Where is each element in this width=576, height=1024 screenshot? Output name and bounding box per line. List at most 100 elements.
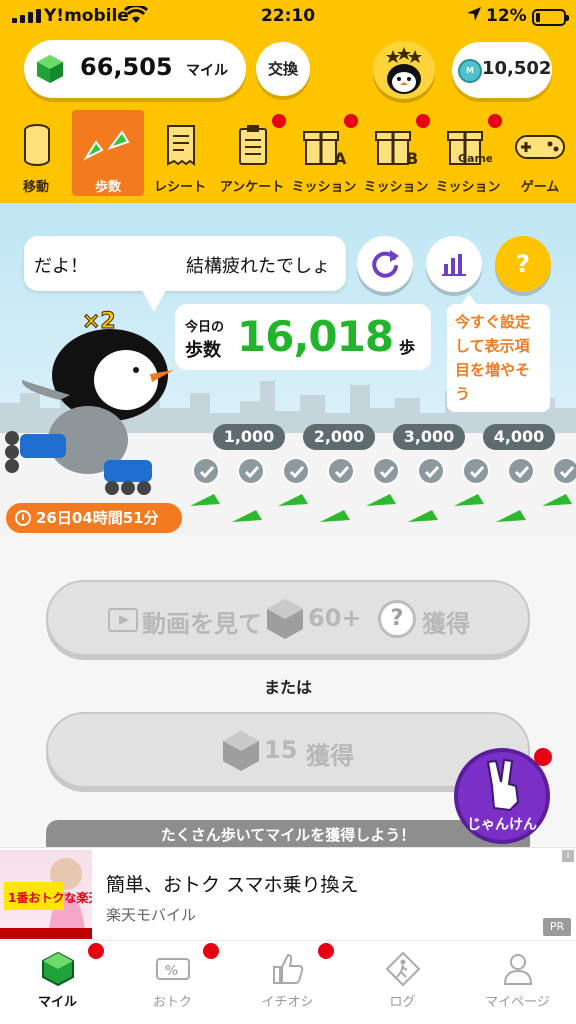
tab-recommend[interactable]: イチオシ [230, 941, 345, 1024]
tab-label: マイページ [485, 995, 550, 1010]
settings-tip[interactable]: 今すぐ設定して表示項目を増やそう [447, 294, 550, 412]
gift-b-icon: B [375, 131, 418, 166]
video-button-prefix: 動画を見て [142, 610, 262, 638]
tab-label: おトク [152, 995, 192, 1010]
tab-miles[interactable]: マイル [0, 941, 115, 1024]
notification-dot [488, 114, 502, 128]
video-button-suffix: 獲得 [422, 610, 470, 638]
green-gem-icon [42, 951, 74, 987]
gift-a-icon: A [303, 131, 346, 166]
checkmark-icon [327, 457, 355, 485]
checkmark-icon [192, 457, 220, 485]
stopwatch-icon [15, 510, 31, 526]
janken-label: じゃんけん [467, 817, 537, 833]
category-nav: 移動 歩数 レシート アンケート A ミッション B ミッション Game ミッ… [0, 110, 576, 198]
milestone-badge: 1,000 [213, 424, 285, 450]
nav-item-mission-b[interactable]: B ミッション [360, 110, 432, 196]
penguin-crown-icon [386, 47, 422, 94]
notification-dot [272, 114, 286, 128]
walker-sign-icon [385, 951, 421, 987]
tab-log[interactable]: ログ [345, 941, 460, 1024]
steps-count: 16,018 [237, 312, 394, 361]
ad-person-image: 1番おトクな楽天モバイル! [0, 858, 92, 939]
nav-item-mission-a[interactable]: A ミッション [288, 110, 360, 196]
nav-item-move[interactable]: 移動 [0, 110, 72, 196]
tab-label: イチオシ [261, 995, 314, 1010]
svg-text:%: % [165, 964, 178, 979]
peace-hand-icon [486, 758, 520, 812]
bar-chart-icon [442, 254, 466, 276]
nav-label: アンケート [219, 180, 285, 195]
countdown-timer: 26日04時間51分 [6, 503, 182, 533]
thumbs-up-icon [273, 953, 304, 984]
battery-icon [532, 9, 569, 26]
checkmark-icon [372, 457, 400, 485]
milestone-badge: 2,000 [303, 424, 375, 450]
notification-dot [344, 114, 358, 128]
notification-dot [88, 943, 104, 959]
footprint-trail [190, 494, 572, 522]
milestone-badge: 4,000 [483, 424, 555, 450]
coupon-icon: % [156, 958, 190, 980]
footprint-icon [83, 130, 130, 161]
svg-text:1番おトクな楽天モバイル!: 1番おトクな楽天モバイル! [8, 890, 92, 905]
status-bar: Y!mobile 22:10 12% [0, 0, 576, 34]
ad-info-icon[interactable]: i [562, 850, 574, 862]
refresh-button[interactable] [357, 236, 413, 292]
nav-label: レシート [153, 180, 206, 195]
speech-text-right: 結構疲れたでしょ [186, 256, 330, 277]
checkmark-icon [417, 457, 445, 485]
rank-penguin-button[interactable] [373, 41, 435, 99]
tab-mypage[interactable]: マイページ [460, 941, 575, 1024]
nav-item-survey[interactable]: アンケート [216, 110, 288, 196]
notification-dot [534, 748, 552, 766]
ad-sponsor: 楽天モバイル [106, 906, 197, 924]
nav-item-game[interactable]: ゲーム [504, 110, 576, 196]
clipboard-icon [239, 125, 267, 165]
miles-balance[interactable]: 66,505 マイル [24, 40, 246, 98]
coins-balance[interactable]: M 10,502 [452, 42, 552, 98]
checkmark-icon [462, 457, 490, 485]
location-arrow-icon [466, 6, 482, 27]
tab-label: マイル [37, 995, 77, 1010]
watch-video-button[interactable]: 動画を見て 60+ ? 獲得 [46, 580, 530, 656]
steps-card: 今日の 歩数 16,018 歩 [175, 304, 431, 370]
mystery-icon: ? [378, 600, 416, 638]
checkmark-icon [237, 457, 265, 485]
nav-label: 移動 [22, 180, 49, 195]
nav-item-receipt[interactable]: レシート [144, 110, 216, 196]
checkmark-icon [507, 457, 535, 485]
refresh-icon [372, 250, 399, 278]
janken-button[interactable]: じゃんけん [454, 748, 552, 844]
ad-thumbnail: 1番おトクな楽天モバイル! [0, 850, 92, 939]
ad-banner[interactable]: 1番おトクな楽天モバイル! 簡単、おトク スマホ乗り換え 楽天モバイル [0, 847, 576, 940]
speech-bubble: だよ！ 結構疲れたでしょ [24, 236, 346, 312]
gift-game-icon: Game [447, 131, 492, 165]
stats-button[interactable] [426, 236, 482, 292]
tab-deals[interactable]: % おトク [115, 941, 230, 1024]
battery-percent: 12% [486, 6, 527, 26]
user-icon [503, 954, 533, 985]
get-suffix: 獲得 [306, 742, 354, 770]
exchange-button[interactable]: 交換 [256, 42, 310, 96]
video-button-amount: 60+ [308, 604, 362, 632]
nav-label: 歩数 [94, 180, 121, 195]
nav-item-steps[interactable]: 歩数 [72, 110, 144, 196]
tab-label: ログ [389, 995, 416, 1010]
milestone-badge: 3,000 [393, 424, 465, 450]
or-separator: または [263, 678, 312, 697]
nav-item-mission-game[interactable]: Game ミッション [432, 110, 504, 196]
nav-label: ミッション [291, 180, 357, 195]
notification-dot [318, 943, 334, 959]
gray-gem-icon [223, 731, 259, 771]
video-icon [108, 608, 138, 632]
help-button[interactable]: ? [495, 236, 551, 292]
gamepad-icon [515, 135, 565, 159]
svg-text:Game: Game [458, 152, 492, 165]
speech-text-left: だよ！ [34, 256, 88, 277]
get-amount: 15 [264, 736, 298, 764]
steps-label-bottom: 歩数 [185, 340, 221, 361]
checkmark-icon [282, 457, 310, 485]
steps-unit: 歩 [399, 338, 416, 357]
checkmark-icon [552, 457, 576, 485]
